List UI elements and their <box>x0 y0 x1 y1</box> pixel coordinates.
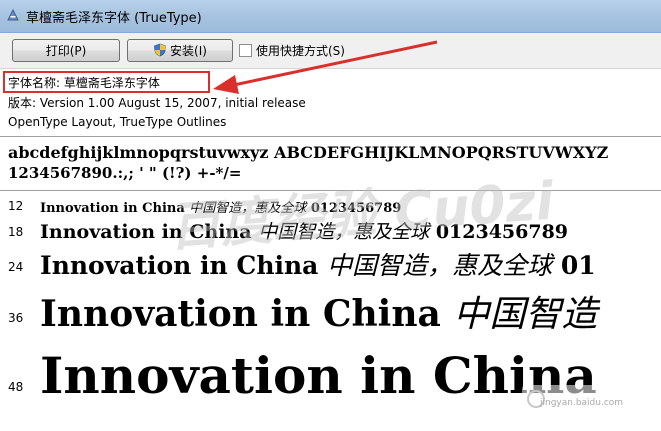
sample-text: Innovation in China <box>40 346 597 405</box>
window-title: 草檀斋毛泽东字体 (TrueType) <box>26 11 202 26</box>
outlines-text: OpenType Layout, TrueType Outlines <box>8 115 227 129</box>
version-text: 版本: Version 1.00 August 15, 2007, initia… <box>8 96 306 110</box>
divider <box>0 136 661 137</box>
size-label: 36 <box>8 311 24 325</box>
charset-letters: abcdefghijklmnopqrstuvwxyz ABCDEFGHIJKLM… <box>8 143 609 162</box>
sample-digits: 01 <box>560 251 596 280</box>
red-arrow-annotation <box>213 40 438 94</box>
install-button-label: 安装(I) <box>170 44 207 58</box>
sample-latin: Innovation in China <box>40 201 185 216</box>
size-label: 18 <box>8 225 24 239</box>
sample-text: Innovation in China 中国智造 <box>40 285 597 337</box>
sample-latin: Innovation in China <box>40 293 441 335</box>
font-file-icon <box>7 8 19 21</box>
sample-cjk: 中国智造 <box>453 294 598 335</box>
sample-text: Innovation in China 中国智造，惠及全球 01 <box>40 246 596 282</box>
size-label: 24 <box>8 260 24 274</box>
size-label: 48 <box>8 380 24 394</box>
charset-digits: 1234567890.:,; ' " (!?) +-*/= <box>8 164 242 182</box>
sample-cjk: 中国智造，惠及全球 <box>327 251 553 280</box>
font-name-highlight-box <box>3 71 210 93</box>
size-label: 12 <box>8 199 24 213</box>
uac-shield-icon <box>154 43 166 57</box>
print-button[interactable]: 打印(P) <box>12 39 120 62</box>
watermark-site: jingyan.baidu.com <box>540 398 624 408</box>
title-bar[interactable]: 草檀斋毛泽东字体 (TrueType) <box>0 0 661 33</box>
